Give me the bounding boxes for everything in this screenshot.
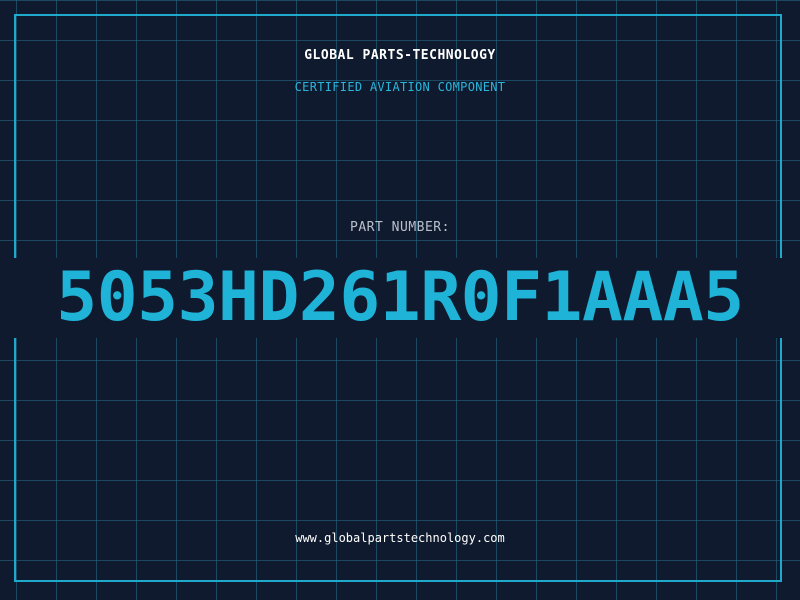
part-label-card: GLOBAL PARTS-TECHNOLOGY CERTIFIED AVIATI… xyxy=(0,0,800,600)
certification-subtitle: CERTIFIED AVIATION COMPONENT xyxy=(294,80,506,94)
part-number-label: PART NUMBER: xyxy=(350,220,450,235)
website-url: www.globalpartstechnology.com xyxy=(295,531,505,545)
part-number-value: 5053HD261R0F1AAA5 xyxy=(56,258,744,337)
brand-title: GLOBAL PARTS-TECHNOLOGY xyxy=(304,48,496,63)
